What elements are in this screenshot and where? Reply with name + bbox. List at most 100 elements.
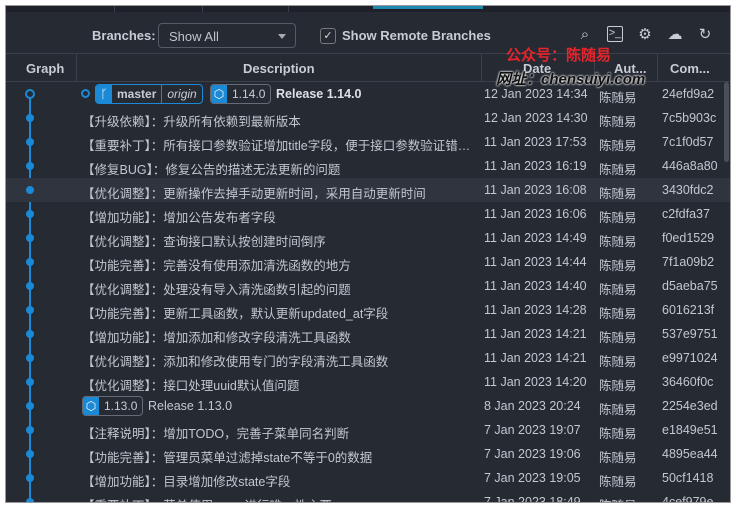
commit-message: 【功能完善】：更新工具函数，默认更新updated_at字段 [82, 307, 389, 321]
active-tab-indicator[interactable] [373, 6, 483, 9]
commit-message: 【重要补丁】：菜单使用name进行唯一性主要 [82, 495, 477, 502]
remote-name: origin [161, 85, 201, 103]
commit-hash: 24efd9a2 [662, 87, 715, 101]
commit-node [26, 114, 34, 122]
commit-row[interactable]: 【优化调整】：添加和修改使用专门的字段清洗工具函数 11 Jan 2023 14:… [6, 346, 730, 370]
commit-row[interactable]: 【优化调整】：接口处理uuid默认值问题 11 Jan 2023 14:20 陈随易… [6, 370, 730, 394]
commit-date: 7 Jan 2023 19:06 [484, 447, 581, 461]
column-description[interactable]: Description [243, 61, 315, 76]
commit-date: 12 Jan 2023 14:34 [484, 87, 588, 101]
commit-author: 陈随易 [599, 115, 637, 129]
tag-badge[interactable]: ⬡ 1.14.0 [210, 84, 272, 104]
commit-author: 陈随易 [599, 91, 637, 105]
commit-date: 7 Jan 2023 19:07 [484, 423, 581, 437]
commit-hash: f0ed1529 [662, 231, 715, 245]
commit-author: 陈随易 [599, 187, 637, 201]
commit-author: 陈随易 [599, 427, 637, 441]
scrollbar[interactable] [724, 82, 729, 162]
commit-hash: 7f1a09b2 [662, 255, 715, 269]
commit-node [26, 474, 34, 482]
commit-row[interactable]: 【功能完善】：更新工具函数，默认更新updated_at字段 11 Jan 202… [6, 298, 730, 322]
commit-author: 陈随易 [599, 211, 637, 225]
commit-message: 【优化调整】：更新操作去掉手动更新时间，采用自动更新时间 [82, 187, 426, 201]
commit-node [26, 498, 34, 502]
commit-row[interactable]: 【修复BUG】：修复公告的描述无法更新的问题 11 Jan 2023 16:19 陈… [6, 154, 730, 178]
commit-author: 陈随易 [599, 331, 637, 345]
commit-date: 11 Jan 2023 16:08 [484, 183, 587, 197]
column-commit[interactable]: Com... [670, 61, 710, 76]
search-icon[interactable]: ⌕ [576, 26, 594, 44]
cloud-download-icon[interactable]: ☁ [666, 26, 684, 44]
commit-date: 7 Jan 2023 19:05 [484, 471, 581, 485]
commit-date: 7 Jan 2023 18:49 [484, 495, 581, 503]
terminal-icon[interactable]: >_ [607, 26, 623, 42]
commit-node [26, 210, 34, 218]
commit-date: 11 Jan 2023 14:40 [484, 279, 587, 293]
commit-row[interactable]: 【优化调整】：查询接口默认按创建时间倒序 11 Jan 2023 14:49 陈随易… [6, 226, 730, 250]
branch-icon: ᚴ [96, 85, 112, 103]
commit-hash: 4895ea44 [662, 447, 718, 461]
commit-row[interactable]: 【重要补丁】：所有接口参数验证增加title字段，便于接口参数验证错误提示 11 … [6, 130, 730, 154]
commit-date: 12 Jan 2023 14:30 [484, 111, 588, 125]
commit-date: 11 Jan 2023 14:49 [484, 231, 587, 245]
head-indicator-icon [81, 89, 90, 98]
column-graph[interactable]: Graph [26, 61, 64, 76]
commit-hash: 4cef979e [662, 495, 714, 503]
commit-message: 【优化调整】：添加和修改使用专门的字段清洗工具函数 [82, 355, 389, 369]
commit-hash: 7c1f0d57 [662, 135, 714, 149]
refresh-icon[interactable]: ↻ [696, 26, 714, 44]
branches-select[interactable]: Show All [158, 23, 296, 48]
commit-author: 陈随易 [599, 379, 637, 393]
commit-row[interactable]: 【增加功能】：增加添加和修改字段清洗工具函数 11 Jan 2023 14:21 陈… [6, 322, 730, 346]
commit-date: 11 Jan 2023 14:21 [484, 351, 587, 365]
commit-date: 11 Jan 2023 14:21 [484, 327, 587, 341]
commit-message: Release 1.14.0 [276, 87, 362, 101]
commit-node [26, 138, 34, 146]
commit-row[interactable]: ⬡ 1.13.0 Release 1.13.0 8 Jan 2023 20:24 陈随易… [6, 394, 730, 418]
branch-badge[interactable]: ᚴ master origin [95, 84, 203, 104]
commit-hash: d5aeba75 [662, 279, 718, 293]
commit-row[interactable]: 【功能完善】：完善没有使用添加清洗函数的地方 11 Jan 2023 14:44 陈… [6, 250, 730, 274]
branches-select-value: Show All [169, 29, 219, 44]
commit-date: 11 Jan 2023 14:44 [484, 255, 587, 269]
commit-author: 陈随易 [599, 307, 637, 321]
commit-hash: 50cf1418 [662, 471, 714, 485]
commit-row[interactable]: 【增加功能】：目录增加修改state字段 7 Jan 2023 19:05 陈随易 5… [6, 466, 730, 490]
commit-row[interactable]: 【重要补丁】：菜单使用name进行唯一性主要 7 Jan 2023 18:49 陈随… [6, 490, 730, 503]
commit-author: 陈随易 [599, 475, 637, 489]
commit-node [26, 162, 34, 170]
tag-icon: ⬡ [83, 397, 99, 415]
branch-name: master [117, 87, 157, 101]
gear-icon[interactable]: ⚙ [636, 26, 654, 44]
commit-author: 陈随易 [599, 163, 637, 177]
commit-hash: e9971024 [662, 351, 718, 365]
commit-message: 【优化调整】：接口处理uuid默认值问题 [82, 379, 300, 393]
commit-message: 【重要补丁】：所有接口参数验证增加title字段，便于接口参数验证错误提示 [82, 139, 477, 153]
commit-node [26, 330, 34, 338]
commit-hash: 6016213f [662, 303, 715, 317]
commit-row[interactable]: 【功能完善】：管理员菜单过滤掉state不等于0的数据 7 Jan 2023 19… [6, 442, 730, 466]
commit-list: ᚴ master origin ⬡ 1.14.0 Release 1.14.0 12 … [6, 82, 730, 503]
tag-badge[interactable]: ⬡ 1.13.0 [82, 396, 144, 416]
commit-message: 【增加功能】：增加添加和修改字段清洗工具函数 [82, 331, 351, 345]
commit-message: 【注释说明】：增加TODO，完善子菜单同名判断 [82, 427, 350, 441]
show-remote-label[interactable]: Show Remote Branches [342, 28, 491, 43]
commit-author: 陈随易 [599, 259, 637, 273]
commit-hash: 36460f0c [662, 375, 714, 389]
commit-row[interactable]: 【升级依赖】：升级所有依赖到最新版本 12 Jan 2023 14:30 陈随易 7c… [6, 106, 730, 130]
commit-row[interactable]: 【优化调整】：更新操作去掉手动更新时间，采用自动更新时间 11 Jan 2023 … [6, 178, 730, 202]
commit-message: Release 1.13.0 [148, 399, 233, 413]
commit-author: 陈随易 [599, 235, 637, 249]
commit-row[interactable]: 【注释说明】：增加TODO，完善子菜单同名判断 7 Jan 2023 19:07 陈… [6, 418, 730, 442]
commit-date: 11 Jan 2023 17:53 [484, 135, 587, 149]
chevron-down-icon [278, 34, 286, 43]
commit-node [26, 402, 34, 410]
commit-message: 【升级依赖】：升级所有依赖到最新版本 [82, 115, 301, 129]
commit-message: 【修复BUG】：修复公告的描述无法更新的问题 [82, 163, 341, 177]
commit-row[interactable]: 【优化调整】：处理没有导入清洗函数引起的问题 11 Jan 2023 14:40 陈… [6, 274, 730, 298]
commit-node [26, 378, 34, 386]
commit-author: 陈随易 [599, 139, 637, 153]
commit-row[interactable]: 【增加功能】：增加公告发布者字段 11 Jan 2023 16:06 陈随易 c2fd… [6, 202, 730, 226]
show-remote-checkbox[interactable]: ✓ [320, 28, 336, 44]
commit-node [26, 234, 34, 242]
